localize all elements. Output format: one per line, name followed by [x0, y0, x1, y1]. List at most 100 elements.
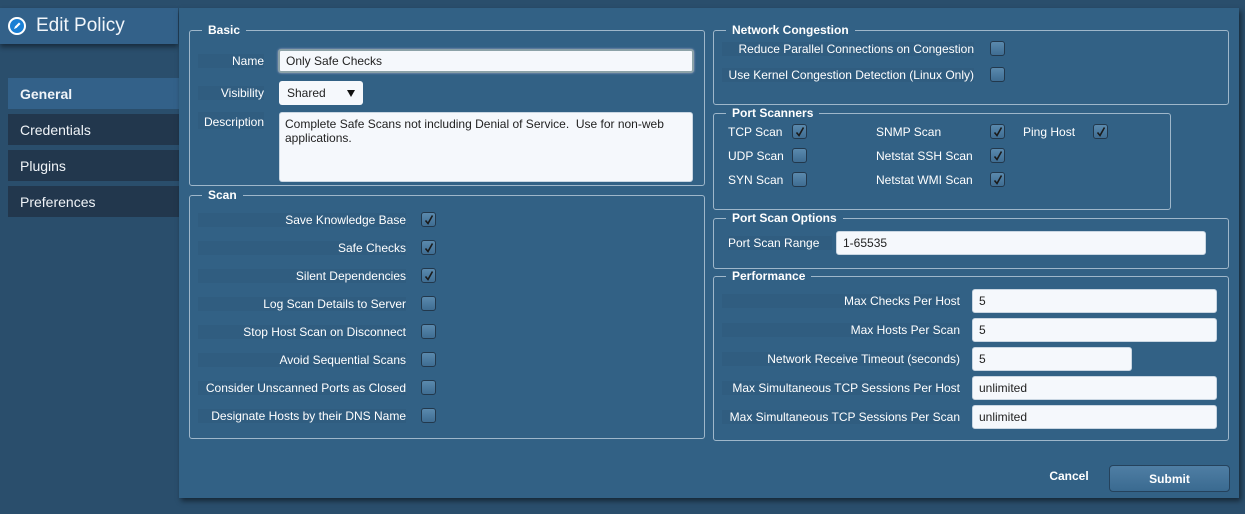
scan-option-checkbox[interactable] [421, 240, 436, 255]
checkmark-icon [1096, 126, 1105, 137]
performance-input[interactable] [972, 289, 1217, 313]
performance-row: Max Hosts Per Scan [722, 318, 1217, 342]
sidebar-item-preferences[interactable]: Preferences [8, 186, 179, 217]
scan-option-checkbox[interactable] [421, 212, 436, 227]
scan-option-label: Stop Host Scan on Disconnect [198, 325, 406, 339]
section-title: Port Scan Options [732, 211, 837, 225]
scan-option-checkbox[interactable] [421, 380, 436, 395]
ping-host-label: Ping Host [1023, 124, 1076, 139]
udp-scan-checkbox[interactable] [792, 148, 807, 163]
ping-host-checkbox[interactable] [1093, 124, 1108, 139]
section-title: Port Scanners [732, 106, 814, 120]
port-scan-range-label: Port Scan Range [728, 236, 832, 250]
description-textarea[interactable]: Complete Safe Scans not including Denial… [279, 112, 693, 182]
page-title: Edit Policy [36, 15, 125, 36]
sidebar-item-label: Plugins [20, 157, 66, 174]
description-label: Description [198, 112, 264, 129]
performance-label: Max Simultaneous TCP Sessions Per Scan [722, 410, 960, 424]
scan-option-checkbox[interactable] [421, 324, 436, 339]
visibility-label: Visibility [198, 86, 264, 100]
submit-button[interactable]: Submit [1109, 465, 1230, 492]
scan-option-row: Stop Host Scan on Disconnect [198, 324, 436, 339]
checkmark-icon [424, 270, 433, 281]
performance-input[interactable] [972, 405, 1217, 429]
sidebar-item-credentials[interactable]: Credentials [8, 114, 179, 145]
scan-option-row: Safe Checks [198, 240, 436, 255]
main-panel: Basic Name Visibility Shared Description… [179, 8, 1239, 498]
syn-scan-checkbox[interactable] [792, 172, 807, 187]
scan-option-row: Save Knowledge Base [198, 212, 436, 227]
sidebar-item-plugins[interactable]: Plugins [8, 150, 179, 181]
netstat-ssh-label: Netstat SSH Scan [876, 148, 973, 163]
scan-option-label: Designate Hosts by their DNS Name [198, 409, 406, 423]
checkmark-icon [993, 150, 1002, 161]
scan-option-label: Log Scan Details to Server [198, 297, 406, 311]
netstat-wmi-checkbox[interactable] [990, 172, 1005, 187]
tcp-scan-checkbox[interactable] [792, 124, 807, 139]
scan-option-row: Avoid Sequential Scans [198, 352, 436, 367]
sidebar-item-label: General [20, 85, 73, 102]
sidebar-item-label: Preferences [20, 193, 96, 210]
scan-section: Scan Save Knowledge Base Safe Checks Silen… [189, 188, 705, 439]
port-scan-range-input[interactable] [836, 231, 1206, 255]
visibility-value: Shared [287, 86, 326, 100]
scan-option-label: Save Knowledge Base [198, 213, 406, 227]
performance-label: Max Simultaneous TCP Sessions Per Host [722, 381, 960, 395]
performance-input[interactable] [972, 318, 1217, 342]
udp-scan-label: UDP Scan [728, 148, 784, 163]
page-header: Edit Policy [0, 8, 178, 44]
checkmark-icon [795, 126, 804, 137]
scan-option-checkbox[interactable] [421, 352, 436, 367]
snmp-scan-label: SNMP Scan [876, 124, 942, 139]
name-input[interactable] [278, 49, 694, 73]
scan-option-row: Consider Unscanned Ports as Closed [198, 380, 436, 395]
snmp-scan-checkbox[interactable] [990, 124, 1005, 139]
section-title: Basic [208, 23, 241, 37]
reduce-parallel-checkbox[interactable] [990, 41, 1005, 56]
performance-row: Max Checks Per Host [722, 289, 1217, 313]
section-title: Network Congestion [732, 23, 849, 37]
checkmark-icon [424, 214, 433, 225]
syn-scan-label: SYN Scan [728, 172, 784, 187]
scan-option-checkbox[interactable] [421, 268, 436, 283]
sidebar-item-label: Credentials [20, 121, 91, 138]
performance-input[interactable] [972, 376, 1217, 400]
cancel-button[interactable]: Cancel [1043, 463, 1095, 489]
edit-icon [8, 17, 26, 35]
tcp-scan-label: TCP Scan [728, 124, 783, 139]
scan-option-label: Safe Checks [198, 241, 406, 255]
port-scanners-section: Port Scanners TCP Scan UDP Scan SYN Scan… [713, 106, 1171, 210]
section-title: Scan [208, 188, 237, 202]
performance-label: Network Receive Timeout (seconds) [722, 352, 960, 366]
scan-option-label: Avoid Sequential Scans [198, 353, 406, 367]
performance-label: Max Checks Per Host [722, 294, 960, 308]
scan-option-label: Silent Dependencies [198, 269, 406, 283]
sidebar: General Credentials Plugins Preferences [8, 78, 179, 222]
scan-option-row: Log Scan Details to Server [198, 296, 436, 311]
kernel-congestion-label: Use Kernel Congestion Detection (Linux O… [722, 68, 974, 82]
scan-option-row: Designate Hosts by their DNS Name [198, 408, 436, 423]
scan-option-row: Silent Dependencies [198, 268, 436, 283]
checkmark-icon [424, 242, 433, 253]
name-label: Name [198, 54, 264, 68]
performance-section: Performance Max Checks Per Host Max Hosts… [713, 269, 1229, 441]
performance-row: Max Simultaneous TCP Sessions Per Host [722, 376, 1217, 400]
scan-option-checkbox[interactable] [421, 296, 436, 311]
kernel-congestion-checkbox[interactable] [990, 67, 1005, 82]
netstat-wmi-label: Netstat WMI Scan [876, 172, 973, 187]
performance-row: Network Receive Timeout (seconds) [722, 347, 1132, 371]
chevron-down-icon [347, 89, 355, 97]
scan-option-checkbox[interactable] [421, 408, 436, 423]
basic-section: Basic Name Visibility Shared Description… [189, 23, 705, 186]
section-title: Performance [732, 269, 806, 283]
performance-label: Max Hosts Per Scan [722, 323, 960, 337]
checkmark-icon [993, 174, 1002, 185]
reduce-parallel-label: Reduce Parallel Connections on Congestio… [722, 42, 974, 56]
performance-input[interactable] [972, 347, 1132, 371]
sidebar-item-general[interactable]: General [8, 78, 179, 109]
port-scan-options-section: Port Scan Options Port Scan Range [713, 211, 1229, 269]
scan-option-label: Consider Unscanned Ports as Closed [198, 381, 406, 395]
performance-row: Max Simultaneous TCP Sessions Per Scan [722, 405, 1217, 429]
netstat-ssh-checkbox[interactable] [990, 148, 1005, 163]
visibility-select[interactable]: Shared [279, 81, 363, 105]
